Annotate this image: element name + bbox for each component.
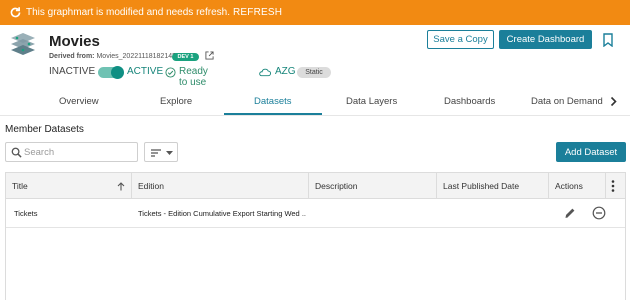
column-header-label: Title (12, 181, 28, 191)
tab-overview[interactable]: Overview (59, 96, 99, 107)
column-header-label: Description (315, 181, 358, 191)
arrow-up-icon[interactable] (117, 182, 125, 191)
tab-explore[interactable]: Explore (160, 96, 192, 107)
tab-datasets[interactable]: Datasets (254, 96, 292, 107)
member-datasets-table: Title Edition Description Last Published… (5, 172, 626, 300)
member-datasets-title: Member Datasets (5, 124, 84, 135)
graphmart-tabs: Overview Explore Datasets Data Layers Da… (0, 90, 630, 116)
column-header-description[interactable]: Description (309, 173, 437, 199)
derived-label: Derived from: (49, 53, 95, 60)
external-link-icon[interactable] (205, 51, 214, 60)
check-circle-icon (165, 67, 176, 78)
save-copy-button[interactable]: Save a Copy (427, 30, 494, 49)
inactive-label: INACTIVE (49, 66, 96, 77)
graphmart-logo-icon (11, 33, 35, 55)
cell-edition: Tickets - Edition Cumulative Export Star… (138, 209, 306, 218)
azg-label: AZG (275, 66, 296, 77)
sort-lines-icon (151, 149, 161, 157)
add-dataset-button[interactable]: Add Dataset (556, 142, 626, 162)
chevron-right-icon[interactable] (609, 96, 618, 107)
kebab-menu-icon[interactable] (611, 180, 615, 192)
tab-dashboards[interactable]: Dashboards (444, 96, 495, 107)
active-tab-indicator (224, 113, 322, 115)
table-header: Title Edition Description Last Published… (6, 173, 625, 199)
column-header-label: Last Published Date (443, 181, 520, 191)
create-dashboard-button[interactable]: Create Dashboard (499, 30, 592, 49)
toggle-knob (111, 66, 124, 79)
cloud-icon (259, 68, 271, 77)
column-header-edition[interactable]: Edition (132, 173, 309, 199)
banner-message: This graphmart is modified and needs ref… (26, 7, 230, 18)
dev-badge: DEV 1 (172, 53, 199, 61)
static-badge: Static (297, 67, 331, 78)
search-field (5, 142, 138, 162)
ready-status: Ready to use (179, 66, 208, 88)
cell-title: Tickets (14, 209, 38, 218)
tab-data-on-demand[interactable]: Data on Demand (531, 96, 603, 107)
active-label: ACTIVE (127, 66, 164, 77)
derived-from: Derived from: Movies_20221118182145 (49, 53, 176, 60)
active-toggle[interactable] (98, 66, 124, 79)
column-header-label: Actions (555, 181, 583, 191)
column-header-title[interactable]: Title (6, 173, 132, 199)
sort-dropdown[interactable] (144, 142, 178, 162)
tab-data-layers[interactable]: Data Layers (346, 96, 397, 107)
cell-last-published (443, 199, 543, 228)
column-header-actions: Actions (549, 173, 606, 199)
cell-description (315, 199, 433, 228)
column-header-last-published[interactable]: Last Published Date (437, 173, 549, 199)
caret-down-icon (166, 151, 173, 155)
table-row[interactable]: Tickets Tickets - Edition Cumulative Exp… (6, 199, 625, 228)
refresh-link[interactable]: REFRESH (233, 7, 282, 18)
pencil-icon[interactable] (564, 207, 576, 219)
refresh-icon (10, 7, 21, 18)
graphmart-title: Movies (49, 33, 100, 50)
search-input[interactable] (24, 146, 134, 159)
bookmark-icon[interactable] (602, 33, 614, 47)
search-icon (11, 147, 22, 158)
refresh-banner: This graphmart is modified and needs ref… (0, 0, 630, 25)
column-header-label: Edition (138, 181, 164, 191)
minus-circle-icon[interactable] (592, 206, 606, 220)
derived-value: Movies_20221118182145 (96, 53, 176, 60)
